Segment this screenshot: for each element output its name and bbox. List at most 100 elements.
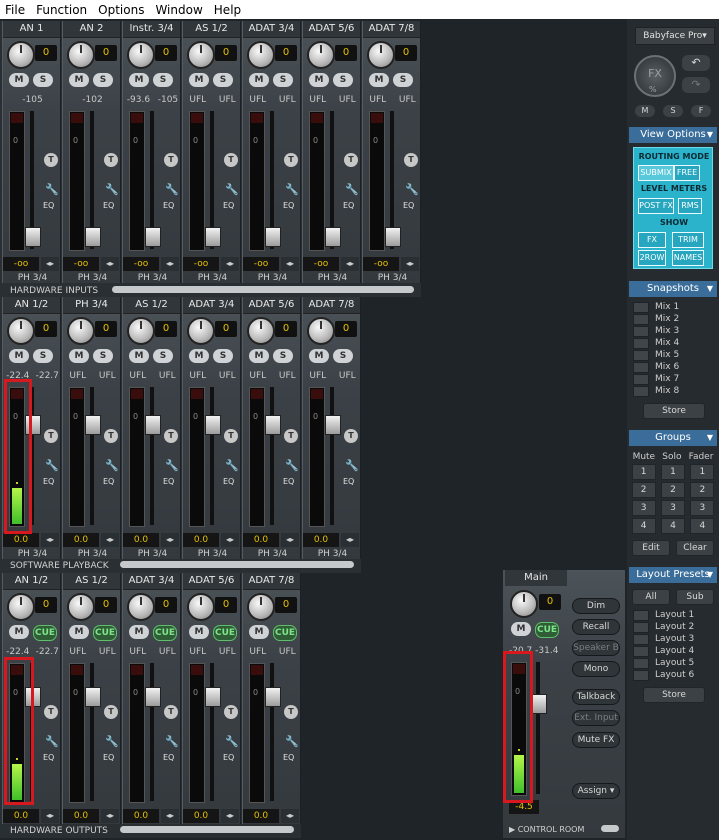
trim-button[interactable]: T xyxy=(284,429,298,443)
trim-button[interactable]: T xyxy=(344,153,358,167)
mute-button[interactable]: M xyxy=(69,349,89,363)
gain-knob[interactable] xyxy=(127,593,155,621)
trim-button[interactable]: T xyxy=(44,429,58,443)
solo-button[interactable]: S xyxy=(333,349,353,363)
gain-knob[interactable] xyxy=(247,593,275,621)
layout-item[interactable]: Layout 1 xyxy=(629,609,717,621)
group-button[interactable]: 4 xyxy=(631,518,656,534)
layout-item[interactable]: Layout 5 xyxy=(629,657,717,669)
eq-label[interactable]: EQ xyxy=(163,477,174,486)
cue-button[interactable]: CUE xyxy=(153,625,177,641)
panel-arrow-button[interactable]: ◂▸ xyxy=(221,809,239,823)
layout-item[interactable]: Layout 4 xyxy=(629,645,717,657)
snapshot-item[interactable]: Mix 8 xyxy=(629,385,717,397)
eq-label[interactable]: EQ xyxy=(103,753,114,762)
global-mute-button[interactable]: M xyxy=(635,105,655,117)
wrench-icon[interactable]: 🔧 xyxy=(105,735,119,748)
snapshot-store-button[interactable]: Store xyxy=(643,403,705,419)
eq-label[interactable]: EQ xyxy=(103,477,114,486)
names-button[interactable]: NAMES xyxy=(672,250,704,266)
main-cue-button[interactable]: CUE xyxy=(535,622,559,638)
fader-handle[interactable] xyxy=(325,415,341,435)
fader-handle[interactable] xyxy=(25,227,41,247)
gain-knob[interactable] xyxy=(307,41,335,69)
snapshot-slot[interactable] xyxy=(633,301,649,313)
trim-button[interactable]: T xyxy=(164,705,178,719)
trim-button[interactable]: T xyxy=(284,705,298,719)
routing-target[interactable]: PH 3/4 xyxy=(183,273,242,283)
mute-button[interactable]: M xyxy=(9,625,29,639)
cue-button[interactable]: CUE xyxy=(273,625,297,641)
trim-button[interactable]: T xyxy=(44,705,58,719)
routing-target[interactable]: PH 3/4 xyxy=(63,549,122,559)
eq-label[interactable]: EQ xyxy=(283,753,294,762)
groups-clear-button[interactable]: Clear xyxy=(676,540,714,556)
software-playback-scrollbar[interactable] xyxy=(120,561,354,568)
ext-input-button[interactable]: Ext. Input xyxy=(572,710,620,726)
snapshot-slot[interactable] xyxy=(633,325,649,337)
eq-label[interactable]: EQ xyxy=(103,201,114,210)
layout-sub-button[interactable]: Sub xyxy=(676,589,714,605)
wrench-icon[interactable]: 🔧 xyxy=(225,183,239,196)
trim-button[interactable]: T xyxy=(224,153,238,167)
global-fader-button[interactable]: F xyxy=(691,105,711,117)
wrench-icon[interactable]: 🔧 xyxy=(285,459,299,472)
gain-knob[interactable] xyxy=(187,41,215,69)
group-button[interactable]: 3 xyxy=(660,500,685,516)
layout-slot[interactable] xyxy=(633,621,649,633)
panel-arrow-button[interactable]: ◂▸ xyxy=(161,257,179,271)
routing-target[interactable]: PH 3/4 xyxy=(123,549,182,559)
trim-button[interactable]: T xyxy=(164,429,178,443)
panel-arrow-button[interactable]: ◂▸ xyxy=(41,809,59,823)
wrench-icon[interactable]: 🔧 xyxy=(285,735,299,748)
mute-button[interactable]: M xyxy=(9,349,29,363)
trim-button[interactable]: T xyxy=(164,153,178,167)
panel-arrow-button[interactable]: ◂▸ xyxy=(101,809,119,823)
panel-arrow-button[interactable]: ◂▸ xyxy=(161,533,179,547)
snapshot-slot[interactable] xyxy=(633,337,649,349)
cue-button[interactable]: CUE xyxy=(33,625,57,641)
group-button[interactable]: 1 xyxy=(631,464,656,480)
fader-handle[interactable] xyxy=(85,687,101,707)
eq-label[interactable]: EQ xyxy=(343,477,354,486)
undo-button[interactable]: ↶ xyxy=(682,55,710,71)
group-button[interactable]: 2 xyxy=(631,482,656,498)
wrench-icon[interactable]: 🔧 xyxy=(285,183,299,196)
routing-target[interactable]: PH 3/4 xyxy=(3,273,62,283)
trim-button[interactable]: T xyxy=(44,153,58,167)
device-selector[interactable]: Babyface Pro▾ xyxy=(635,27,715,45)
eq-label[interactable]: EQ xyxy=(283,201,294,210)
solo-button[interactable]: S xyxy=(213,349,233,363)
speaker-b-button[interactable]: Speaker B xyxy=(572,640,620,656)
hardware-outputs-scrollbar[interactable] xyxy=(120,826,294,833)
layout-presets-header[interactable]: Layout Presets ▼ xyxy=(629,567,717,583)
trim-button[interactable]: T xyxy=(284,153,298,167)
fader-handle[interactable] xyxy=(265,415,281,435)
mute-button[interactable]: M xyxy=(9,73,29,87)
global-solo-button[interactable]: S xyxy=(663,105,683,117)
wrench-icon[interactable]: 🔧 xyxy=(165,183,179,196)
wrench-icon[interactable]: 🔧 xyxy=(225,735,239,748)
fader-handle[interactable] xyxy=(205,227,221,247)
layout-slot[interactable] xyxy=(633,633,649,645)
main-gain-knob[interactable] xyxy=(510,590,538,618)
mute-button[interactable]: M xyxy=(189,349,209,363)
dim-button[interactable]: Dim xyxy=(572,598,620,614)
solo-button[interactable]: S xyxy=(153,73,173,87)
free-button[interactable]: FREE xyxy=(674,165,700,181)
fader-handle[interactable] xyxy=(145,687,161,707)
gain-knob[interactable] xyxy=(187,317,215,345)
control-room-scrollbar[interactable] xyxy=(601,825,619,832)
wrench-icon[interactable]: 🔧 xyxy=(165,459,179,472)
fader-handle[interactable] xyxy=(265,687,281,707)
routing-target[interactable]: PH 3/4 xyxy=(63,273,122,283)
gain-knob[interactable] xyxy=(127,317,155,345)
eq-label[interactable]: EQ xyxy=(223,753,234,762)
layout-slot[interactable] xyxy=(633,669,649,681)
menu-function[interactable]: Function xyxy=(31,3,93,17)
mute-button[interactable]: M xyxy=(129,349,149,363)
gain-knob[interactable] xyxy=(7,41,35,69)
wrench-icon[interactable]: 🔧 xyxy=(45,459,59,472)
solo-button[interactable]: S xyxy=(273,349,293,363)
fader-handle[interactable] xyxy=(145,415,161,435)
